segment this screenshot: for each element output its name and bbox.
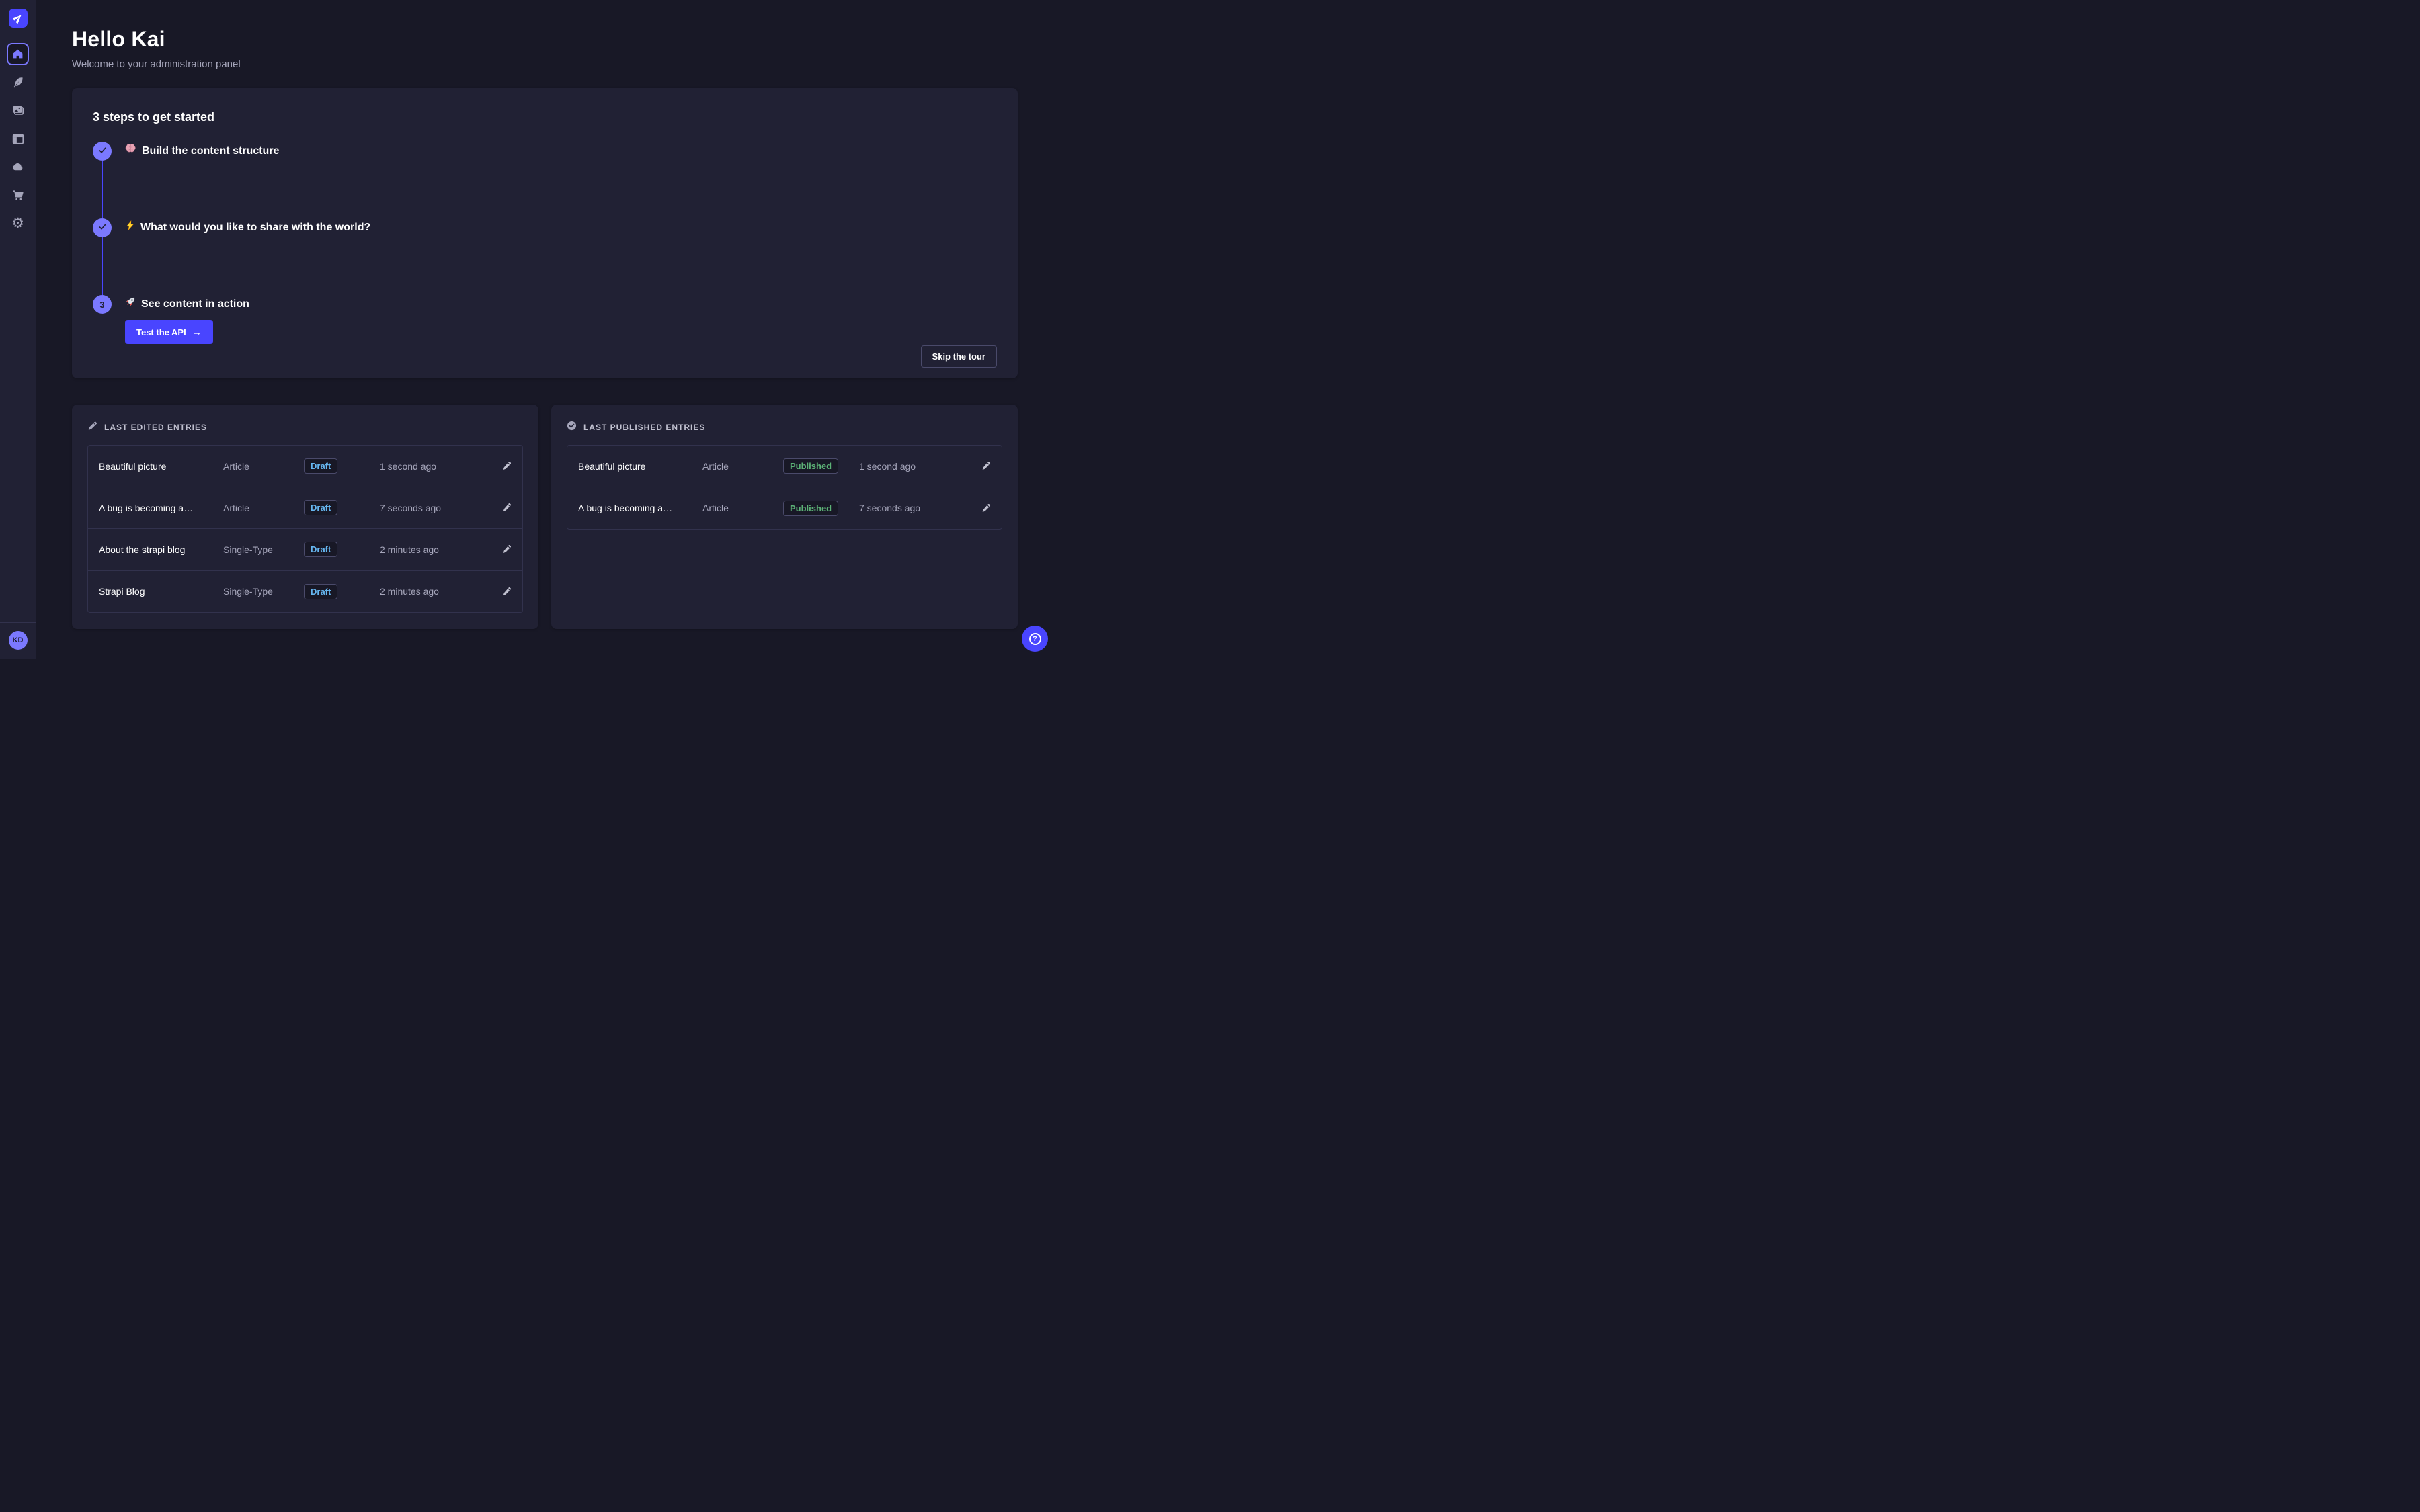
question-mark-icon: ? xyxy=(1029,633,1041,645)
check-icon xyxy=(98,222,107,233)
tour-step-1: Build the content structure xyxy=(93,142,997,161)
check-circle-icon xyxy=(567,421,577,434)
entry-time: 1 second ago xyxy=(859,461,975,472)
sidebar-item-content-manager[interactable] xyxy=(7,71,29,93)
step-3-number-circle: 3 xyxy=(93,295,112,314)
step-2-done-circle xyxy=(93,218,112,237)
last-published-title: LAST PUBLISHED ENTRIES xyxy=(583,423,705,432)
last-edited-card: LAST EDITED ENTRIES Beautiful picture Ar… xyxy=(72,405,538,629)
entries-cards-row: LAST EDITED ENTRIES Beautiful picture Ar… xyxy=(72,405,1018,629)
sidebar-item-deploy[interactable] xyxy=(7,156,29,178)
step-1-done-circle xyxy=(93,142,112,161)
user-avatar[interactable]: KD xyxy=(9,631,28,650)
last-published-table: Beautiful picture Article Published 1 se… xyxy=(567,445,1002,530)
entry-type: Single-Type xyxy=(223,544,304,555)
feather-icon xyxy=(12,77,24,89)
strapi-logo-icon xyxy=(9,9,28,28)
sidebar-item-settings[interactable]: ⚙ xyxy=(7,212,29,235)
table-row: Beautiful picture Article Published 1 se… xyxy=(567,446,1002,487)
media-library-icon xyxy=(12,105,24,117)
table-row: A bug is becoming a… Article Published 7… xyxy=(567,487,1002,529)
entry-type: Article xyxy=(702,461,783,472)
layout-icon xyxy=(12,133,24,145)
step-2-label[interactable]: What would you like to share with the wo… xyxy=(125,218,370,237)
last-edited-title: LAST EDITED ENTRIES xyxy=(104,423,207,432)
step-connector xyxy=(102,237,103,295)
skip-tour-button[interactable]: Skip the tour xyxy=(921,345,997,368)
entry-time: 1 second ago xyxy=(380,461,495,472)
edit-entry-button[interactable] xyxy=(501,544,512,554)
rocket-emoji xyxy=(125,295,136,314)
brain-emoji xyxy=(125,142,136,161)
entry-time: 7 seconds ago xyxy=(380,503,495,513)
step-3-label[interactable]: See content in action xyxy=(125,295,249,314)
edit-entry-button[interactable] xyxy=(981,461,991,471)
page-subtitle: Welcome to your administration panel xyxy=(72,58,1018,70)
gear-icon: ⚙ xyxy=(11,216,24,230)
sidebar-item-content-type-builder[interactable] xyxy=(7,128,29,150)
home-icon xyxy=(12,48,24,60)
entry-time: 2 minutes ago xyxy=(380,586,495,597)
entry-title: Beautiful picture xyxy=(578,461,702,472)
entry-type: Article xyxy=(223,461,304,472)
page-header: Hello Kai Welcome to your administration… xyxy=(72,0,1018,70)
edit-entry-button[interactable] xyxy=(501,461,512,471)
last-edited-table: Beautiful picture Article Draft 1 second… xyxy=(87,445,523,613)
sidebar-footer-divider xyxy=(0,622,36,623)
entry-type: Single-Type xyxy=(223,586,304,597)
sidebar: ⚙ KD xyxy=(0,0,36,659)
tour-step-3: 3 See content in action Test the API → xyxy=(93,295,997,344)
page-title: Hello Kai xyxy=(72,27,1018,52)
edit-entry-button[interactable] xyxy=(981,503,991,513)
guided-tour-card: 3 steps to get started Build the content… xyxy=(72,88,1018,378)
step-1-label[interactable]: Build the content structure xyxy=(125,142,279,161)
status-badge: Draft xyxy=(304,584,337,599)
sidebar-item-media-library[interactable] xyxy=(7,99,29,122)
guided-tour-title: 3 steps to get started xyxy=(93,110,997,124)
sidebar-nav: ⚙ xyxy=(7,43,29,235)
entry-type: Article xyxy=(223,503,304,513)
table-row: Strapi Blog Single-Type Draft 2 minutes … xyxy=(88,571,522,612)
main-content: Hello Kai Welcome to your administration… xyxy=(36,0,1054,659)
last-published-card: LAST PUBLISHED ENTRIES Beautiful picture… xyxy=(551,405,1018,629)
cart-icon xyxy=(12,190,24,202)
status-badge: Published xyxy=(783,501,838,516)
cloud-icon xyxy=(11,161,24,173)
step-connector xyxy=(102,161,103,218)
arrow-right-icon: → xyxy=(192,327,202,337)
strapi-logo-button[interactable] xyxy=(0,0,36,36)
sidebar-item-marketplace[interactable] xyxy=(7,184,29,206)
edit-entry-button[interactable] xyxy=(501,587,512,597)
check-icon xyxy=(98,146,107,157)
entry-title: About the strapi blog xyxy=(99,544,223,555)
entry-time: 7 seconds ago xyxy=(859,503,975,513)
sidebar-item-home[interactable] xyxy=(7,43,29,65)
entry-type: Article xyxy=(702,503,783,513)
status-badge: Draft xyxy=(304,500,337,515)
status-badge: Published xyxy=(783,458,838,474)
sidebar-footer: KD xyxy=(0,622,36,659)
test-api-button[interactable]: Test the API → xyxy=(125,320,213,344)
entry-title: A bug is becoming a… xyxy=(578,503,702,513)
tour-step-2: What would you like to share with the wo… xyxy=(93,218,997,237)
table-row: About the strapi blog Single-Type Draft … xyxy=(88,529,522,571)
pencil-icon xyxy=(87,421,97,434)
lightning-emoji xyxy=(125,218,135,237)
edit-entry-button[interactable] xyxy=(501,503,512,513)
table-row: A bug is becoming a… Article Draft 7 sec… xyxy=(88,487,522,529)
entry-title: Beautiful picture xyxy=(99,461,223,472)
status-badge: Draft xyxy=(304,458,337,474)
table-row: Beautiful picture Article Draft 1 second… xyxy=(88,446,522,487)
entry-time: 2 minutes ago xyxy=(380,544,495,555)
entry-title: A bug is becoming a… xyxy=(99,503,223,513)
entry-title: Strapi Blog xyxy=(99,586,223,597)
status-badge: Draft xyxy=(304,542,337,557)
help-button[interactable]: ? xyxy=(1022,626,1048,652)
